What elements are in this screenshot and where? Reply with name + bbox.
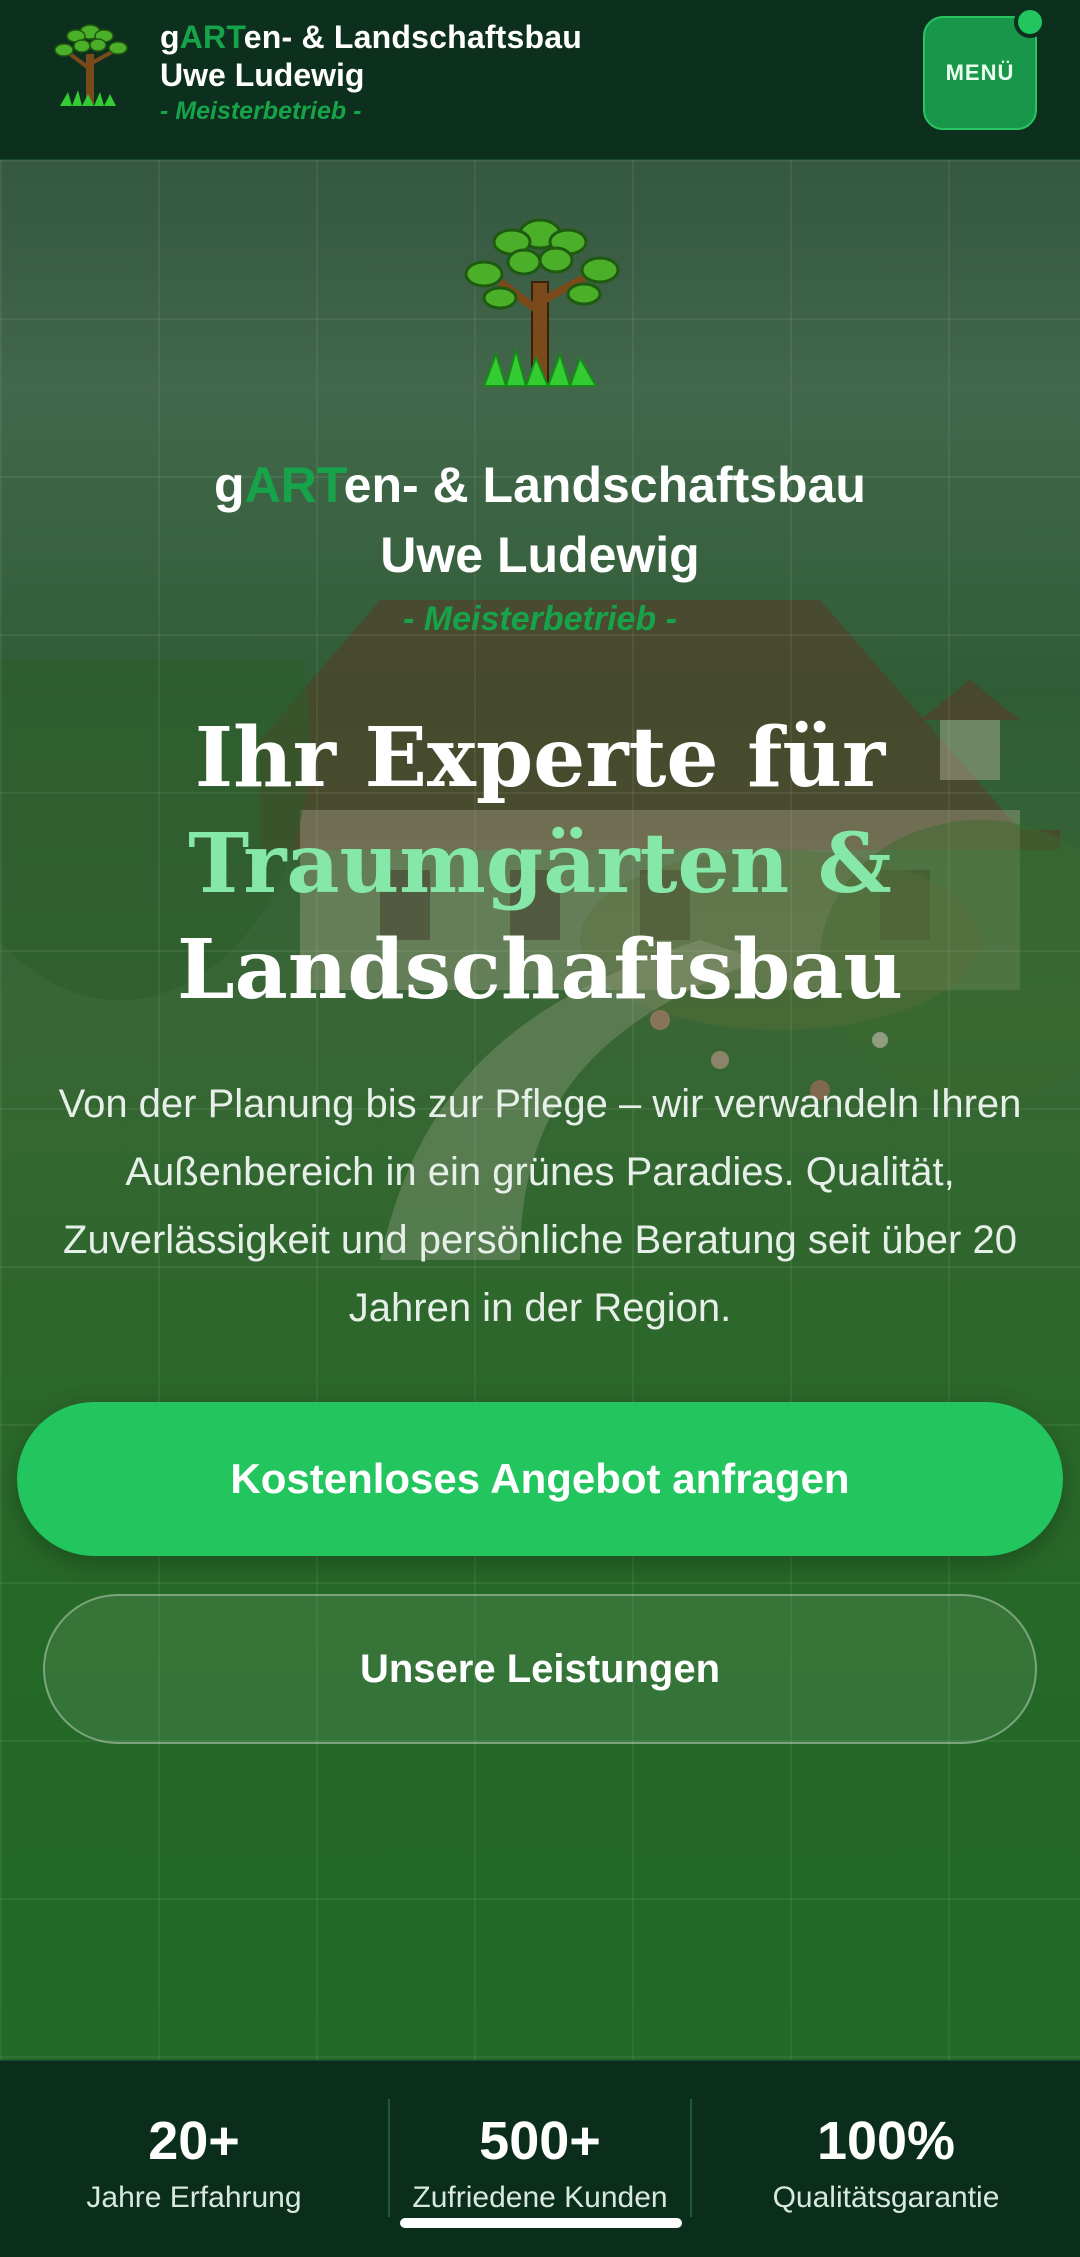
home-indicator[interactable] <box>400 2218 682 2228</box>
stat-value: 100% <box>816 2111 956 2171</box>
site-header: gARTen- & Landschaftsbau Uwe Ludewig - M… <box>0 0 1080 160</box>
request-quote-button[interactable]: Kostenloses Angebot anfragen <box>17 1402 1063 1556</box>
hero-brand-owner: Uwe Ludewig <box>380 527 700 583</box>
stat-label: Jahre Erfahrung <box>86 2181 302 2214</box>
header-tagline: - Meisterbetrieb - <box>160 97 362 125</box>
stat-value: 500+ <box>479 2111 601 2171</box>
header-title: gARTen- & Landschaftsbau <box>160 19 583 55</box>
stat-experience: 20+ Jahre Erfahrung <box>24 2111 364 2219</box>
hero-brand: gARTen- & Landschaftsbau Uwe Ludewig - M… <box>0 450 1080 644</box>
hero-brand-title: gARTen- & Landschaftsbau <box>214 457 866 513</box>
hero-lead-text: Von der Planung bis zur Pflege – wir ver… <box>58 1082 1022 1330</box>
hero-headline: Ihr Experte für Traumgärten & Landschaft… <box>0 705 1080 1023</box>
stat-quality: 100% Qualitätsgarantie <box>716 2111 1056 2219</box>
services-button[interactable]: Unsere Leistungen <box>43 1594 1037 1744</box>
stat-customers: 500+ Zufriedene Kunden <box>370 2111 710 2219</box>
tree-logo-icon <box>464 218 620 390</box>
header-subtitle: Uwe Ludewig <box>160 57 365 93</box>
stat-label: Zufriedene Kunden <box>412 2181 668 2214</box>
hero-section: gARTen- & Landschaftsbau Uwe Ludewig - M… <box>0 160 1080 2060</box>
stat-label: Qualitätsgarantie <box>772 2181 1000 2214</box>
headline-line-2: Landschaftsbau <box>177 922 903 1018</box>
stat-divider <box>690 2099 692 2217</box>
notification-dot <box>1014 6 1046 38</box>
headline-line-1: Ihr Experte für <box>194 710 886 806</box>
headline-accent: Traumgärten & <box>188 816 892 912</box>
hero-brand-tagline: - Meisterbetrieb - <box>403 600 677 638</box>
header-brand[interactable]: gARTen- & Landschaftsbau Uwe Ludewig - M… <box>160 18 582 128</box>
stat-value: 20+ <box>148 2111 240 2171</box>
tree-logo-icon[interactable] <box>40 14 140 114</box>
